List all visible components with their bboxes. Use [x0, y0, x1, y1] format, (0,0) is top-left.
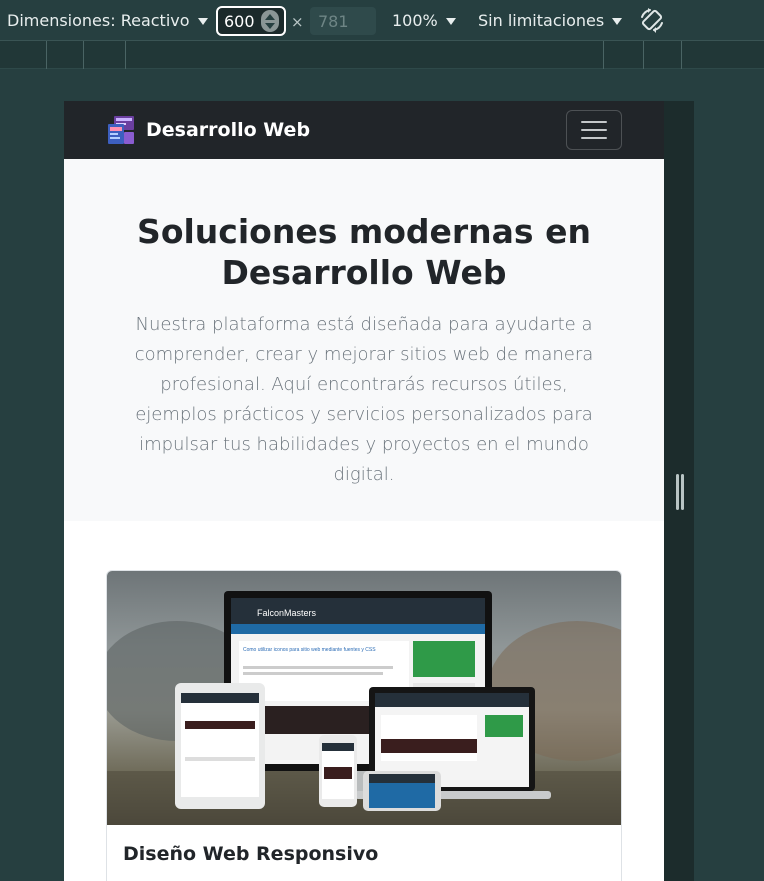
zoom-select[interactable]: 100% [392, 11, 456, 30]
width-input[interactable]: 600 [216, 6, 286, 36]
media-query-bar[interactable] [0, 41, 764, 69]
throttle-select[interactable]: Sin limitaciones [478, 11, 623, 30]
stepper-down-icon[interactable] [265, 22, 275, 29]
height-input[interactable]: 781 [310, 7, 376, 35]
brand-name[interactable]: Desarrollo Web [146, 119, 310, 141]
resize-handle[interactable] [676, 474, 684, 510]
height-placeholder: 781 [318, 11, 349, 31]
dimensions-select[interactable]: Dimensiones: Reactivo [7, 11, 208, 30]
dimensions-label: Dimensiones: Reactivo [7, 11, 190, 30]
emulated-viewport: Desarrollo Web Soluciones modernas en De… [64, 101, 664, 881]
navbar: Desarrollo Web [64, 101, 664, 159]
chevron-down-icon [197, 18, 208, 25]
menu-toggle-button[interactable] [566, 110, 622, 150]
service-card: FalconMasters Como utilizar iconos para … [106, 570, 622, 881]
card-title: Diseño Web Responsivo [123, 843, 379, 865]
stepper-up-icon[interactable] [265, 13, 275, 20]
times-sign: × [291, 13, 304, 31]
card-image: FalconMasters Como utilizar iconos para … [107, 571, 621, 825]
hero-lead: Nuestra plataforma está diseñada para ay… [134, 314, 594, 485]
width-value: 600 [224, 11, 255, 31]
device-toolbar: Dimensiones: Reactivo 600 × 781 100% Sin… [0, 0, 764, 41]
hero-section: Soluciones modernas en Desarrollo Web Nu… [64, 159, 664, 521]
hamburger-icon [581, 121, 607, 123]
svg-text:FalconMasters: FalconMasters [257, 608, 317, 618]
rotate-button[interactable] [638, 7, 666, 35]
chevron-down-icon [445, 18, 456, 25]
width-stepper[interactable] [261, 10, 279, 32]
zoom-label: 100% [392, 11, 438, 30]
svg-text:Como utilizar iconos para siti: Como utilizar iconos para sitio web medi… [243, 647, 376, 653]
throttle-label: Sin limitaciones [478, 11, 605, 30]
hero-title: Soluciones modernas en Desarrollo Web [137, 212, 591, 292]
brand-logo-icon[interactable] [106, 114, 136, 146]
rotate-icon [641, 8, 663, 33]
chevron-down-icon [612, 18, 623, 25]
